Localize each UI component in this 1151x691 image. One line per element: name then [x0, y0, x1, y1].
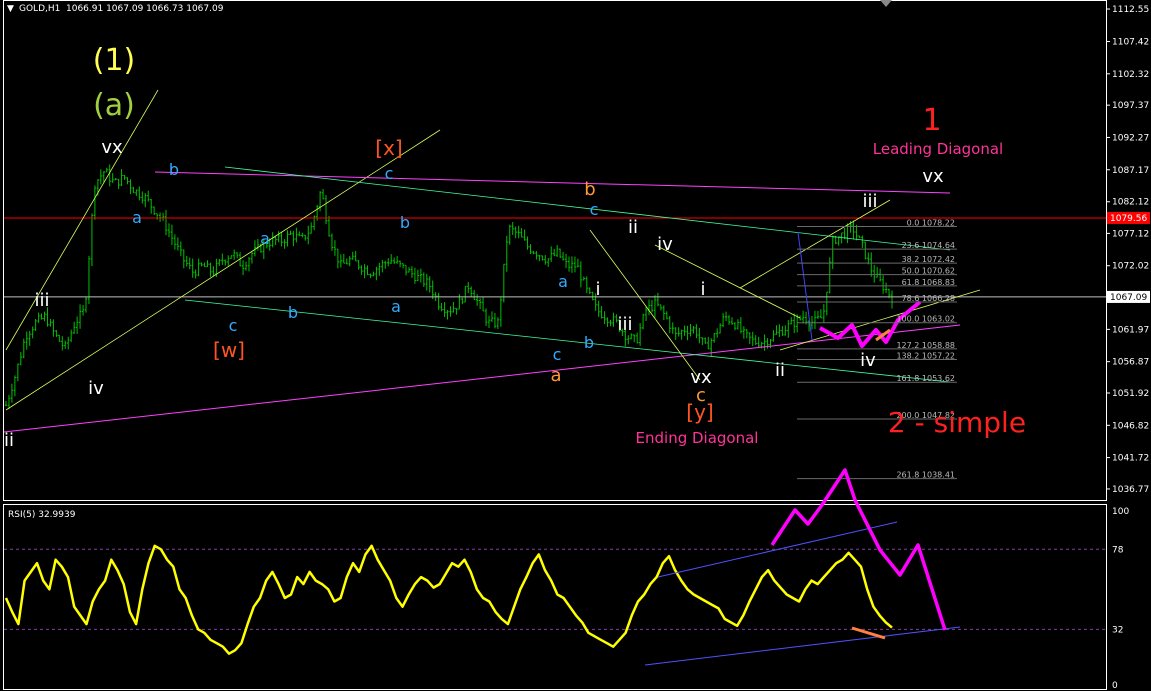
- fib-level-label: 0.0 1078.22: [907, 218, 955, 227]
- wave-label: iii: [617, 314, 632, 335]
- price-tick-label: 1061.97: [1112, 325, 1149, 335]
- price-tick-label: 1077.12: [1112, 229, 1149, 239]
- wave-label: iv: [88, 378, 104, 399]
- fib-level-label: 38.2 1072.42: [902, 255, 955, 264]
- wave-label: (1): [93, 43, 136, 78]
- symbol-label: GOLD,H1: [19, 4, 60, 14]
- wave-label: ii: [775, 360, 785, 381]
- wave-label: a: [558, 272, 568, 291]
- wave-label: [w]: [213, 338, 245, 362]
- wave-label: i: [595, 279, 600, 300]
- fib-level-label: 78.6 1066.28: [902, 294, 955, 303]
- wave-label: iv: [657, 234, 673, 255]
- wave-label: a: [132, 208, 142, 227]
- current-price-value: 1067.09: [1110, 293, 1147, 303]
- price-tick-label: 1097.37: [1112, 101, 1149, 111]
- price-tick-label: 1056.87: [1112, 358, 1149, 368]
- rsi-tick-label: 100: [1112, 507, 1129, 517]
- rsi-tick-label: 32: [1112, 625, 1123, 635]
- wave-label: i: [700, 279, 705, 300]
- chart-background: [0, 0, 1151, 691]
- fib-level-label: 100.0 1063.02: [896, 315, 955, 324]
- price-tick-label: 1046.82: [1112, 421, 1149, 431]
- price-tick-label: 1072.02: [1112, 262, 1149, 272]
- fib-level-label: 61.8 1068.83: [902, 278, 955, 287]
- wave-label: b: [169, 160, 179, 179]
- wave-label: a: [550, 365, 561, 386]
- wave-label: b: [584, 179, 595, 200]
- dropdown-arrow-icon[interactable]: ▼: [7, 4, 14, 14]
- ohlc-label: 1066.91 1067.09 1066.73 1067.09: [66, 4, 224, 14]
- price-tick-label: 1092.27: [1112, 133, 1149, 143]
- price-tick-label: 1041.72: [1112, 454, 1149, 464]
- price-tick-label: 1102.32: [1112, 70, 1149, 80]
- wave-label: b: [584, 333, 594, 352]
- rsi-tick-label: 78: [1112, 545, 1124, 555]
- wave-label: 2 - simple: [888, 406, 1026, 439]
- red-level-value: 1079.56: [1110, 214, 1147, 224]
- fib-level-label: 23.6 1074.64: [902, 241, 955, 250]
- wave-label: iii: [34, 290, 49, 311]
- wave-label: b: [400, 213, 410, 232]
- wave-label: iii: [862, 191, 877, 212]
- wave-label: Leading Diagonal: [873, 140, 1003, 158]
- rsi-header: RSI(5) 32.9939: [8, 510, 76, 520]
- wave-label: ii: [4, 430, 14, 451]
- price-tick-label: 1107.42: [1112, 38, 1149, 48]
- price-tick-label: 1051.92: [1112, 389, 1149, 399]
- wave-label: 1: [922, 103, 941, 138]
- wave-label: Ending Diagonal: [636, 429, 759, 447]
- wave-label: c: [553, 345, 562, 364]
- wave-label: b: [288, 303, 298, 322]
- fib-level-label: 127.2 1058.88: [896, 341, 955, 350]
- price-tick-label: 1036.77: [1112, 485, 1149, 495]
- wave-label: vx: [922, 166, 944, 187]
- wave-label: [x]: [375, 136, 402, 160]
- fib-level-label: 161.8 1053.62: [896, 374, 955, 383]
- chart-window: 0.0 1078.22 23.6 1074.64 38.2 1072.42 50.0 …: [0, 0, 1151, 691]
- wave-label: [y]: [686, 400, 713, 424]
- fib-level-label: 138.2 1057.22: [896, 351, 955, 360]
- wave-label: a: [260, 229, 270, 248]
- wave-label: vx: [101, 137, 123, 158]
- wave-label: a: [391, 297, 401, 316]
- price-tick-label: 1087.17: [1112, 166, 1149, 176]
- fib-level-label: 261.8 1038.41: [896, 471, 955, 480]
- wave-label: c: [385, 164, 394, 183]
- price-tick-label: 1082.12: [1112, 198, 1149, 208]
- wave-label: (a): [93, 88, 135, 123]
- wave-label: ii: [628, 217, 638, 238]
- wave-label: iv: [860, 350, 876, 371]
- wave-label: c: [590, 200, 599, 219]
- fib-level-label: 50.0 1070.62: [902, 267, 955, 276]
- price-tick-label: 1112.55: [1112, 5, 1149, 15]
- rsi-tick-label: 0: [1112, 681, 1118, 691]
- wave-label: c: [229, 316, 238, 335]
